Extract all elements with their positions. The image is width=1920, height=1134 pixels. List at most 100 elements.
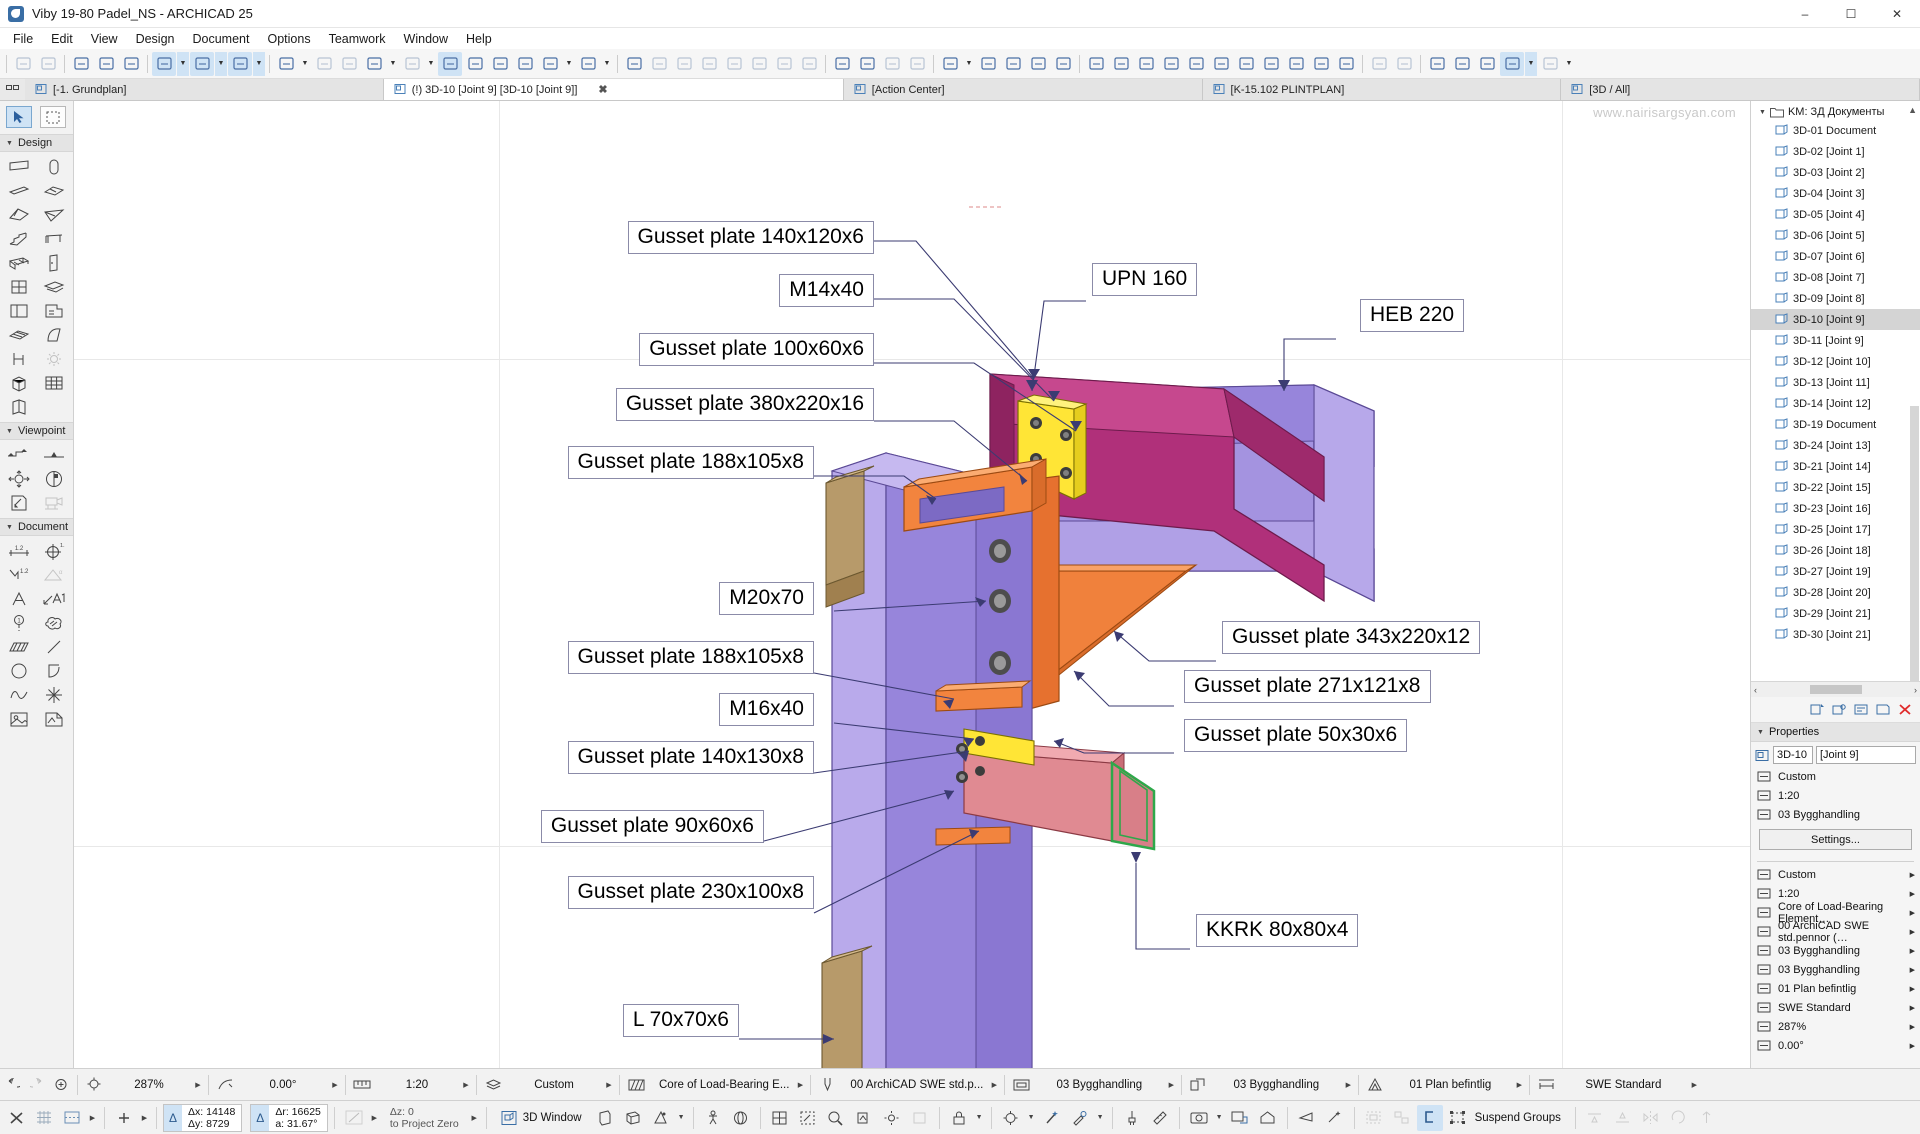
pen-set-value[interactable]: 00 ArchiCAD SWE std.p... (840, 1079, 987, 1091)
chevron-right-icon[interactable]: ▶ (139, 1114, 150, 1122)
renovation-filter-icon[interactable] (1362, 1077, 1388, 1092)
skylight-tool-icon[interactable] (37, 275, 72, 299)
curtain-wall-tool-icon[interactable] (2, 251, 37, 275)
delta-r-value[interactable]: 16625 (292, 1106, 321, 1118)
delta-y-value[interactable]: 8729 (206, 1118, 229, 1130)
line-d-icon[interactable] (1500, 51, 1524, 76)
magic-wand-icon[interactable] (1039, 1105, 1065, 1131)
partial-structure-control[interactable]: Core of Load-Bearing E... ▶ (623, 1069, 807, 1101)
guide-lines-icon[interactable] (152, 51, 176, 76)
zone-icon[interactable] (1259, 52, 1283, 76)
layer-combination-value[interactable]: Custom (506, 1079, 602, 1091)
navigator-item-18[interactable]: 3D-23 [Joint 16] (1751, 498, 1920, 519)
label-tool-icon[interactable] (37, 587, 72, 611)
navigator-horizontal-scrollbar[interactable]: ‹ › (1751, 681, 1920, 697)
property-row-dimension[interactable]: SWE Standard ▶ (1751, 998, 1920, 1017)
annotation-label-l1[interactable]: Gusset plate 140x120x6 (627, 221, 874, 255)
property-row-scale[interactable]: 1:20 (1751, 786, 1920, 805)
renovation-filter-value[interactable]: 01 Plan befintlig (1388, 1079, 1512, 1091)
chevron-right-icon[interactable]: ▶ (191, 1081, 205, 1089)
chevron-right-icon[interactable]: ▶ (1341, 1081, 1355, 1089)
property-row-zoom[interactable]: 287% ▶ (1751, 1017, 1920, 1036)
viewpoint-id-field[interactable]: 3D-10 (1773, 746, 1813, 764)
chevron-right-icon[interactable]: ▶ (1910, 871, 1915, 879)
sparkle-icon[interactable] (1322, 1105, 1348, 1131)
trim-icon[interactable] (1392, 52, 1416, 76)
dimension-icon[interactable] (463, 52, 487, 76)
annotation-label-l6[interactable]: M20x70 (719, 582, 814, 616)
model-view-value[interactable]: 03 Bygghandling (1034, 1079, 1164, 1091)
settings-icon[interactable] (1854, 703, 1869, 716)
chevron-down-icon[interactable]: ▼ (1563, 52, 1575, 76)
level-dimension-tool-icon[interactable]: 1.2 (2, 563, 37, 587)
annotation-label-l15[interactable]: Gusset plate 343x220x12 (1222, 621, 1481, 655)
delta-x-value[interactable]: 14148 (206, 1106, 235, 1118)
3d-viewport[interactable]: www.nairisargsyan.com Gusset plate 140x1… (74, 101, 1750, 1068)
publish-icon[interactable] (1227, 1105, 1253, 1131)
slab-icon[interactable] (1159, 52, 1183, 76)
tab-1[interactable]: (!) 3D-10 [Joint 9] [3D-10 [Joint 9]] ✖ (383, 79, 844, 100)
zoom-level-control[interactable]: 287% ▶ (81, 1069, 205, 1101)
navigator-item-1[interactable]: 3D-02 [Joint 1] (1751, 141, 1920, 162)
line-c-icon[interactable] (1475, 52, 1499, 76)
chevron-right-icon[interactable]: ▶ (1910, 1042, 1915, 1050)
chevron-down-icon[interactable]: ▼ (299, 52, 311, 76)
roof-icon[interactable] (1209, 52, 1233, 76)
furniture-tool-icon[interactable] (2, 371, 37, 395)
3d-misc-icon[interactable] (907, 1105, 933, 1131)
chevron-right-icon[interactable]: ▶ (469, 1114, 480, 1122)
pick-up-parameters-icon[interactable] (94, 52, 118, 76)
snap-surface-icon[interactable] (312, 52, 336, 76)
3d-window-button[interactable]: 3D Window (493, 1105, 590, 1131)
window-tool-icon[interactable] (2, 275, 37, 299)
check-icon[interactable] (1051, 52, 1075, 76)
layer-combination-control[interactable]: Custom ▶ (480, 1069, 616, 1101)
annotation-label-l5[interactable]: Gusset plate 188x105x8 (567, 446, 814, 480)
stack-icon[interactable] (672, 52, 696, 76)
figure-tool-icon[interactable] (2, 707, 37, 731)
solid-operations-icon[interactable] (998, 1105, 1024, 1131)
navigator-item-15[interactable]: 3D-24 [Joint 13] (1751, 435, 1920, 456)
undo-arrow-icon[interactable] (647, 52, 671, 76)
navigator-item-10[interactable]: 3D-11 [Joint 9] (1751, 330, 1920, 351)
viewpoint-name-field[interactable]: [Joint 9] (1816, 746, 1916, 764)
graphic-override-control[interactable]: 03 Bygghandling ▶ (1185, 1069, 1355, 1101)
chevron-down-icon[interactable]: ▼ (1214, 1114, 1225, 1121)
3d-style-icon[interactable] (851, 1105, 877, 1131)
tab-0[interactable]: [-1. Grundplan] (25, 79, 384, 100)
3d-explore-icon[interactable] (823, 1105, 849, 1131)
angle-value[interactable]: 31.67° (287, 1118, 317, 1130)
camera-tool-icon[interactable] (37, 491, 72, 515)
chevron-right-icon[interactable]: ▶ (1910, 947, 1915, 955)
chevron-right-icon[interactable]: ▶ (1910, 966, 1915, 974)
layers-panel-icon[interactable] (855, 52, 879, 76)
line-tool-icon[interactable] (37, 635, 72, 659)
navigator-item-4[interactable]: 3D-05 [Joint 4] (1751, 204, 1920, 225)
rebuild-icon[interactable] (905, 52, 929, 76)
save-view-icon[interactable] (1876, 703, 1891, 716)
scroll-left-icon[interactable]: ‹ (1754, 685, 1757, 695)
navigator-tree[interactable]: ▲ ▼ ▼ KM: ЗД Документы 3D-01 Document 3D-… (1751, 101, 1920, 681)
graphic-override-value[interactable]: 03 Bygghandling (1211, 1079, 1341, 1091)
menu-item-view[interactable]: View (82, 30, 127, 48)
chevron-right-icon[interactable]: ▶ (1910, 928, 1915, 936)
xy-coordinate-tracker[interactable]: Δ Δx: 14148 Δy: 8729 (163, 1103, 243, 1132)
partial-structure-icon[interactable] (400, 52, 424, 76)
partial-structure-icon[interactable] (623, 1078, 649, 1092)
chevron-right-icon[interactable]: ▶ (1910, 909, 1915, 917)
partial-structure-value[interactable]: Core of Load-Bearing E... (649, 1079, 793, 1091)
inject-parameters-icon[interactable] (119, 52, 143, 76)
dimension-style-control[interactable]: SWE Standard ▶ (1533, 1069, 1701, 1101)
polar-coordinate-tracker[interactable]: Δ Δr: 16625 a: 31.67° (250, 1103, 328, 1132)
navigator-item-11[interactable]: 3D-12 [Joint 10] (1751, 351, 1920, 372)
navigator-item-22[interactable]: 3D-28 [Joint 20] (1751, 582, 1920, 603)
property-row-orientation[interactable]: 0.00° ▶ (1751, 1036, 1920, 1055)
snap-edge-icon[interactable] (337, 52, 361, 76)
lock-icon[interactable] (946, 1105, 972, 1131)
navigator-root-folder[interactable]: ▼ KM: ЗД Документы (1751, 104, 1920, 120)
zoom-in-icon[interactable] (49, 1078, 74, 1092)
3d-sun-icon[interactable] (879, 1105, 905, 1131)
curtain-panel-tool-icon[interactable] (37, 371, 72, 395)
menu-item-options[interactable]: Options (258, 30, 319, 48)
line-b-icon[interactable] (1450, 52, 1474, 76)
